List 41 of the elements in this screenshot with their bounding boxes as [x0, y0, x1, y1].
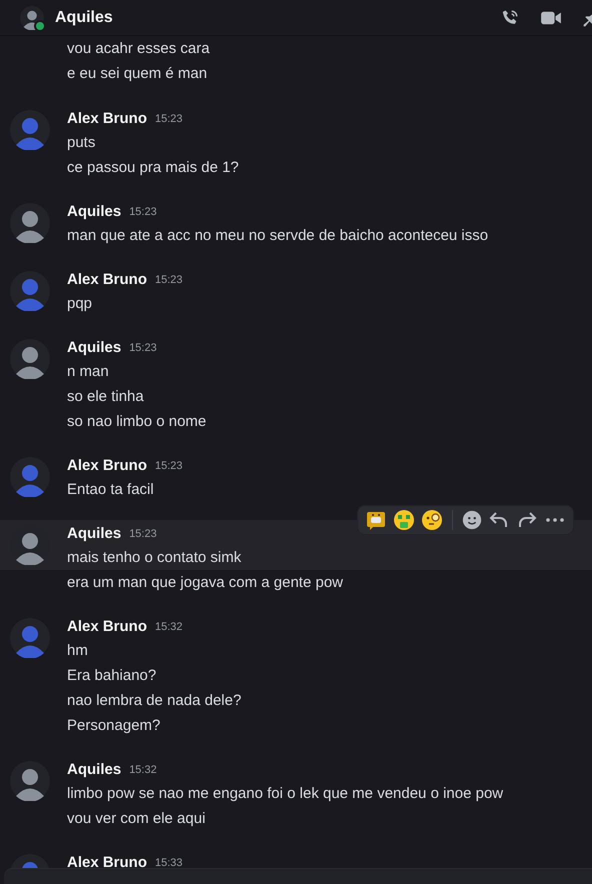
- message-time: 15:23: [129, 342, 157, 354]
- message-time: 15:32: [129, 764, 157, 776]
- message-time: 15:23: [129, 528, 157, 540]
- message-text: pqp: [67, 294, 94, 314]
- message-time: 15:23: [155, 112, 183, 124]
- author-name[interactable]: Alex Bruno: [67, 110, 148, 127]
- message-time: 15:23: [155, 274, 183, 286]
- message-text: vou acahr esses cara: [67, 39, 211, 59]
- message-text: vou ver com ele aqui: [67, 809, 206, 829]
- message-text: puts: [67, 133, 96, 153]
- author-name[interactable]: Aquiles: [67, 761, 122, 778]
- message-text: mais tenho o contato simk: [67, 548, 242, 568]
- money-face-emoji-icon[interactable]: [392, 508, 416, 532]
- message-text: Entao ta facil: [67, 480, 155, 500]
- message-text: ce passou pra mais de 1?: [67, 158, 240, 178]
- author-name[interactable]: Aquiles: [67, 339, 122, 356]
- message-time: 15:33: [155, 856, 183, 868]
- message-time: 15:23: [155, 460, 183, 472]
- author-name[interactable]: Aquiles: [67, 203, 122, 220]
- message-text: so ele tinha: [67, 387, 145, 407]
- message-text: limbo pow se nao me engano foi o lek que me vendeu o inoe pow: [67, 784, 504, 804]
- author-name[interactable]: Alex Bruno: [67, 457, 148, 474]
- message-text: era um man que jogava com a gente pow: [67, 573, 344, 593]
- author-name[interactable]: Aquiles: [67, 525, 122, 542]
- message-text: n man: [67, 362, 110, 382]
- author-name[interactable]: Alex Bruno: [67, 271, 148, 288]
- add-reaction-icon[interactable]: [461, 509, 483, 531]
- message-text: Era bahiano?: [67, 666, 158, 686]
- author-name[interactable]: Alex Bruno: [67, 854, 148, 871]
- video-camera-icon[interactable]: [540, 8, 562, 26]
- channel-title: Aquiles: [55, 8, 114, 26]
- message-text: so nao limbo o nome: [67, 412, 208, 432]
- message-time: 15:23: [129, 206, 157, 218]
- message-time: 15:32: [155, 620, 183, 632]
- message-text: nao lembra de nada dele?: [67, 691, 242, 711]
- monocle-face-emoji-icon[interactable]: [420, 508, 444, 532]
- message-text: e eu sei quem é man: [67, 64, 208, 84]
- message-text: Personagem?: [67, 716, 162, 736]
- message-text: hm: [67, 641, 89, 661]
- message-text: man que ate a acc no meu no servde de baicho aconteceu isso: [67, 226, 490, 246]
- author-name[interactable]: Alex Bruno: [67, 618, 148, 635]
